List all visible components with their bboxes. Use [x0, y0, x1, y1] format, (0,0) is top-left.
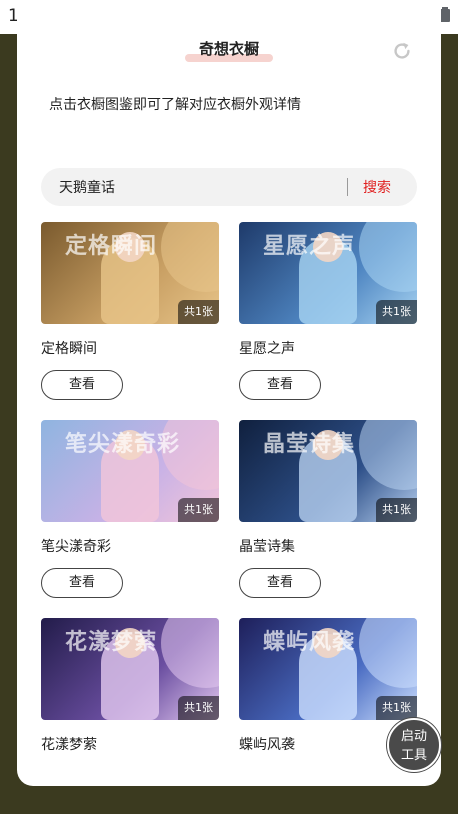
thumbnail-title-art: 笔尖漾奇彩 [65, 431, 181, 457]
view-button[interactable]: 查看 [239, 370, 321, 400]
image-count-badge: 共1张 [178, 498, 219, 522]
image-count-badge: 共1张 [376, 696, 417, 720]
image-count-badge: 共1张 [178, 696, 219, 720]
thumbnail-title-art: 定格瞬间 [65, 233, 158, 259]
search-divider [347, 178, 348, 196]
wardrobe-item[interactable]: 蝶屿风袭 共1张 蝶屿风袭 [239, 618, 417, 753]
thumbnail-decoration [359, 420, 417, 490]
wardrobe-card: 奇想衣橱 点击衣橱图鉴即可了解对应衣橱外观详情 搜索 定格瞬间共1张定格瞬间查看… [17, 0, 441, 786]
wardrobe-name: 星愿之声 [239, 341, 295, 357]
image-count-badge: 共1张 [376, 498, 417, 522]
launch-tool-label-2: 工具 [400, 748, 427, 763]
launch-tool-label-1: 启动 [400, 729, 427, 744]
wardrobe-item[interactable]: 花漾梦萦 共1张 花漾梦萦 [41, 618, 219, 753]
description-text: 点击衣橱图鉴即可了解对应衣橱外观详情 [49, 97, 301, 113]
wardrobe-name: 花漾梦萦 [41, 737, 97, 753]
refresh-icon[interactable] [391, 40, 413, 62]
wardrobe-name: 定格瞬间 [41, 341, 97, 357]
wardrobe-thumbnail[interactable]: 晶莹诗集共1张 [239, 420, 417, 522]
wardrobe-item[interactable]: 晶莹诗集 共1张 晶莹诗集 查看 [239, 420, 417, 598]
wardrobe-thumbnail[interactable]: 蝶屿风袭共1张 [239, 618, 417, 720]
view-button[interactable]: 查看 [41, 568, 123, 598]
wardrobe-thumbnail[interactable]: 花漾梦萦共1张 [41, 618, 219, 720]
thumbnail-decoration [161, 222, 219, 292]
wardrobe-name: 笔尖漾奇彩 [41, 539, 111, 555]
thumbnail-title-art: 花漾梦萦 [65, 629, 158, 655]
search-input[interactable] [59, 168, 339, 206]
page-title: 奇想衣橱 [198, 40, 260, 58]
wardrobe-thumbnail[interactable]: 笔尖漾奇彩共1张 [41, 420, 219, 522]
thumbnail-decoration [359, 222, 417, 292]
title-wrap: 奇想衣橱 [184, 38, 274, 62]
wardrobe-item[interactable]: 星愿之声 共1张 星愿之声 查看 [239, 222, 417, 400]
bottom-background [0, 786, 458, 814]
wardrobe-item[interactable]: 笔尖漾奇彩 共1张 笔尖漾奇彩 查看 [41, 420, 219, 598]
thumbnail-decoration [161, 618, 219, 688]
launch-tool-button[interactable]: 启动 工具 [387, 718, 441, 772]
wardrobe-name: 蝶屿风袭 [239, 737, 295, 753]
search-button[interactable]: 搜索 [363, 177, 391, 197]
wardrobe-thumbnail[interactable]: 定格瞬间共1张 [41, 222, 219, 324]
wardrobe-thumbnail[interactable]: 星愿之声共1张 [239, 222, 417, 324]
wardrobe-item[interactable]: 定格瞬间 共1张 定格瞬间 查看 [41, 222, 219, 400]
image-count-badge: 共1张 [178, 300, 219, 324]
wardrobe-name: 晶莹诗集 [239, 539, 295, 555]
image-count-badge: 共1张 [376, 300, 417, 324]
view-button[interactable]: 查看 [41, 370, 123, 400]
thumbnail-title-art: 晶莹诗集 [263, 431, 356, 457]
thumbnail-title-art: 蝶屿风袭 [263, 629, 356, 655]
search-bar: 搜索 [41, 168, 417, 206]
battery-icon [440, 7, 450, 22]
thumbnail-title-art: 星愿之声 [263, 233, 356, 259]
thumbnail-decoration [359, 618, 417, 688]
view-button[interactable]: 查看 [239, 568, 321, 598]
header: 奇想衣橱 [17, 34, 441, 74]
